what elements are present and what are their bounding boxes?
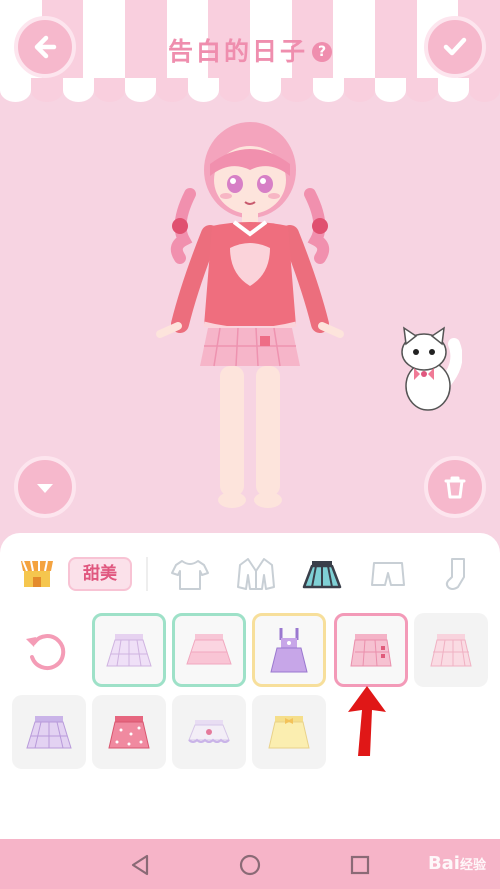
awning-scallops: [0, 78, 500, 104]
style-tag[interactable]: 甜美: [68, 557, 132, 591]
sock-icon[interactable]: [436, 555, 476, 593]
skirt-thumbnail: [186, 634, 232, 665]
confirm-button[interactable]: [424, 16, 486, 78]
shirt-icon[interactable]: [170, 555, 210, 593]
divider: [146, 557, 148, 591]
skirt-thumbnail: [430, 634, 472, 667]
item-skirt-lavender-pleated[interactable]: [92, 613, 166, 687]
category-row: 甜美: [0, 547, 500, 599]
nav-home-icon[interactable]: [238, 853, 262, 877]
help-button[interactable]: ?: [312, 42, 332, 62]
collapse-button[interactable]: [14, 456, 76, 518]
system-navbar: Bai经验: [0, 839, 500, 889]
delete-button[interactable]: [424, 456, 486, 518]
trash-icon: [444, 476, 466, 499]
nav-recents-icon[interactable]: [348, 853, 372, 877]
dressing-stage: [0, 104, 500, 534]
skirt-thumbnail: [26, 716, 72, 749]
character-doll: [156, 122, 344, 508]
chevron-down-icon: [37, 484, 53, 493]
skirt-icon[interactable]: [302, 555, 342, 593]
item-skirt-purple-plaid[interactable]: [12, 695, 86, 769]
skirt-thumbnail: [268, 716, 310, 749]
page-title: 告白的日子: [167, 37, 308, 66]
nav-back-icon[interactable]: [128, 853, 152, 877]
shop-icon[interactable]: [18, 553, 56, 591]
item-skirt-pink-tiered[interactable]: [172, 613, 246, 687]
pointer-arrow-annotation: [348, 686, 386, 756]
item-skirt-yellow-bow[interactable]: [252, 695, 326, 769]
item-skirt-pink-plaid-wrap[interactable]: [334, 613, 408, 687]
cat-pet: [401, 326, 462, 411]
skirt-thumbnail: [350, 634, 392, 667]
skirt-thumbnail: [108, 716, 150, 749]
watermark: Bai经验: [428, 853, 486, 874]
jacket-icon[interactable]: [236, 555, 276, 593]
watermark-suffix: 经验: [459, 858, 486, 873]
dress-thumbnail: [270, 628, 308, 673]
item-skirt-pink-plaid[interactable]: [414, 613, 488, 687]
watermark-brand: Bai: [427, 853, 460, 874]
check-icon: [443, 37, 467, 56]
item-skirt-white-frill[interactable]: [172, 695, 246, 769]
wardrobe-panel: 甜美: [0, 533, 500, 839]
reset-icon[interactable]: [22, 627, 70, 675]
item-dress-purple-overall[interactable]: [252, 613, 326, 687]
skirt-thumbnail: [188, 720, 230, 743]
item-skirt-red-polka[interactable]: [92, 695, 166, 769]
shorts-icon[interactable]: [368, 555, 408, 593]
skirt-thumbnail: [106, 634, 152, 667]
